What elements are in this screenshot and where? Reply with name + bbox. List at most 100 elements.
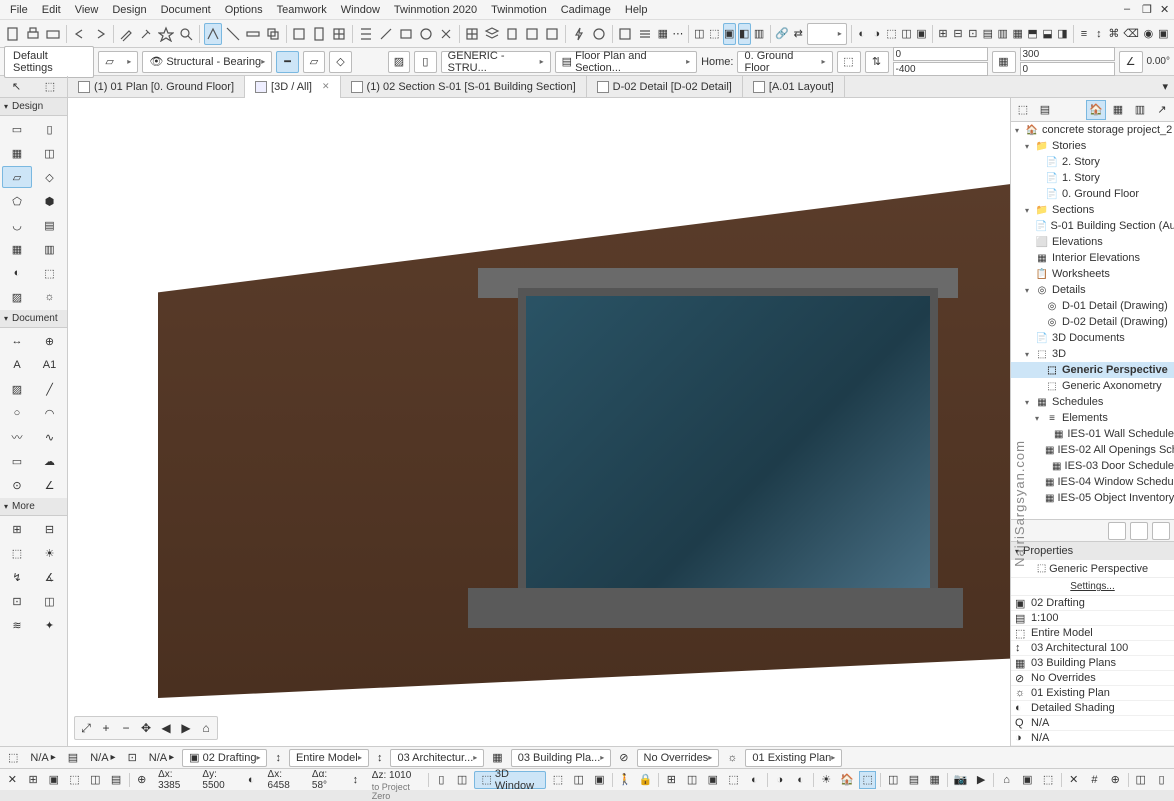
radial-tool-icon[interactable]: ⊙ [2,474,32,496]
tree-node[interactable]: 📋Worksheets [1011,266,1174,282]
angle-icon[interactable]: ∠ [1119,51,1143,73]
object-tool-icon[interactable]: ⬚ [35,262,65,284]
id-icon[interactable] [397,23,415,45]
sb-view3-icon[interactable]: ▣ [704,771,721,789]
toolbox-more-header[interactable]: More [0,498,67,516]
qo-drafting[interactable]: ▣ 02 Drafting [182,749,267,767]
angle-tool-icon[interactable]: ∠ [35,474,65,496]
nav-project-icon[interactable]: ⬚ [1013,100,1033,120]
menu-twinmotion[interactable]: Twinmotion [485,2,553,18]
home-view-icon[interactable]: ⌂ [197,719,215,737]
t9-icon[interactable]: ◨ [1056,23,1069,45]
sb-close-icon[interactable]: ✕ [4,771,21,789]
nav-view-icon[interactable]: ▤ [1035,100,1055,120]
nav-tab-project-icon[interactable]: 🏠 [1086,100,1106,120]
tree-node[interactable]: ▦IES-03 Door Schedule [1011,458,1174,474]
undo-icon[interactable] [71,23,89,45]
t3-icon[interactable]: ⊡ [966,23,979,45]
fit-icon[interactable]: ⤢ [77,719,95,737]
tree-node[interactable]: ▾🏠concrete storage project_2 [1011,122,1174,138]
tree-node[interactable]: ⬜Elevations [1011,234,1174,250]
sb-h1-icon[interactable]: ⌂ [998,771,1015,789]
tree-node[interactable]: ▾📁Sections [1011,202,1174,218]
tree-node[interactable]: ◎D-02 Detail (Drawing) [1011,314,1174,330]
curtain-tool-icon[interactable]: ▥ [35,238,65,260]
sb-a-icon[interactable]: ▣ [46,771,63,789]
worksheet-icon[interactable] [543,23,561,45]
qo-i1-icon[interactable]: ⬚ [8,751,18,764]
window-icon[interactable] [330,23,348,45]
dim-icon[interactable]: ▦ [992,51,1016,73]
tree-node[interactable]: 📄3D Documents [1011,330,1174,346]
end5-icon[interactable]: ◉ [1142,23,1155,45]
sb-h3-icon[interactable]: ⬚ [1040,771,1057,789]
tree-node[interactable]: ▦IES-04 Window Schedule [1011,474,1174,490]
project-tree[interactable]: ▾🏠concrete storage project_2▾📁Stories📄2.… [1011,122,1174,519]
elevation-icon[interactable] [523,23,541,45]
sb-sun1-icon[interactable]: ☀ [818,771,835,789]
property-row[interactable]: ☼01 Existing Plan [1011,686,1174,701]
tree-btn-1[interactable] [1108,522,1126,540]
nav3-icon[interactable]: ⬚ [885,23,898,45]
3d-viewport[interactable]: ⤢ + − ✥ ◀ ▶ ⌂ [68,98,1010,746]
arc-tool-icon[interactable]: ◠ [35,402,65,424]
sb-f2-icon[interactable]: ▯ [1153,771,1170,789]
nav2-icon[interactable]: ◑ [870,23,883,45]
m4-icon[interactable]: ☀ [35,542,65,564]
level-dim-tool-icon[interactable]: ⊕ [35,330,65,352]
m3-icon[interactable]: ⬚ [2,542,32,564]
sb-r1-icon[interactable]: ◫ [885,771,902,789]
tree-node[interactable]: ⬚Generic Axonometry [1011,378,1174,394]
swap-dropdown[interactable] [807,23,847,45]
tab-layout[interactable]: [A.01 Layout] [743,76,845,98]
fill-icon[interactable]: ▦ [656,23,669,45]
properties-header[interactable]: Properties [1011,542,1174,560]
sb-walk-icon[interactable]: 🚶 [617,771,634,789]
sb-camera-icon[interactable]: 📷 [952,771,969,789]
sb-coord-origin-icon[interactable]: ⊕ [133,771,150,789]
structure-button[interactable]: ▨ [388,51,410,73]
cube-e-icon[interactable]: ▥ [753,23,766,45]
align-icon[interactable] [357,23,375,45]
grid-icon[interactable] [463,23,481,45]
guide-icon[interactable] [224,23,242,45]
spline-tool-icon[interactable]: ∿ [35,426,65,448]
drawing-tool-icon[interactable]: ▭ [2,450,32,472]
door-tool-icon[interactable]: ▯ [35,118,65,140]
sb-view5-icon[interactable]: ◐ [746,771,763,789]
tree-node[interactable]: ▾≡Elements [1011,410,1174,426]
tab-detail[interactable]: D-02 Detail [D-02 Detail] [587,76,743,98]
tab-plan[interactable]: (1) 01 Plan [0. Ground Floor] [68,76,245,98]
zoom-out-icon[interactable]: − [117,719,135,737]
qo-plans-icon[interactable]: ▦ [492,751,502,764]
menu-document[interactable]: Document [155,2,217,18]
tree-node[interactable]: ▦IES-02 All Openings Schedul [1011,442,1174,458]
zoom-in-icon[interactable]: + [97,719,115,737]
window-tool-icon[interactable]: ◫ [35,142,65,164]
dimension-tool-icon[interactable]: ↔ [2,330,32,352]
qo-model[interactable]: Entire Model [289,749,369,767]
geom-2-button[interactable]: ▱ [303,51,325,73]
suspend-icon[interactable] [290,23,308,45]
swap-icon[interactable]: ⇄ [792,23,805,45]
qo-plans[interactable]: 03 Building Pla... [511,749,612,767]
ifc-icon[interactable] [616,23,634,45]
property-row[interactable]: ⬚Entire Model [1011,626,1174,641]
sb-e3-icon[interactable]: ⊕ [1107,771,1124,789]
sb-cut2-icon[interactable]: ◫ [454,771,471,789]
hatch-icon[interactable] [636,23,654,45]
geometry-method-dropdown[interactable]: ▱ [98,51,138,73]
tab-menu-icon[interactable]: ▾ [1162,81,1168,93]
tree-node[interactable]: ▾⬚3D [1011,346,1174,362]
shell-tool-icon[interactable]: ◡ [2,214,32,236]
nav5-icon[interactable]: ▣ [915,23,928,45]
syringe-icon[interactable] [137,23,155,45]
t6-icon[interactable]: ▦ [1011,23,1024,45]
sb-f1-icon[interactable]: ◫ [1132,771,1149,789]
sb-view4-icon[interactable]: ⬚ [725,771,742,789]
line-tool-icon[interactable]: ╱ [35,378,65,400]
tree-node[interactable]: ▦IES-01 Wall Schedule [1011,426,1174,442]
floorplan-dropdown[interactable]: ▤ Floor Plan and Section... [555,51,697,73]
property-row[interactable]: ◐Detailed Shading [1011,701,1174,716]
column-tool-icon[interactable]: ▦ [2,142,32,164]
